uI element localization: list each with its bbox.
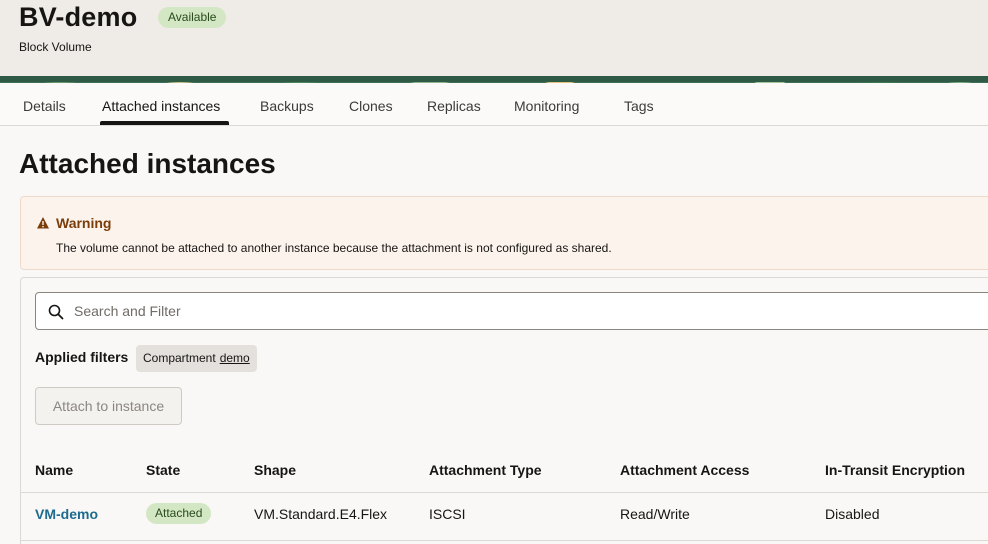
encryption-cell: Disabled <box>825 506 880 522</box>
tab-attached-instances[interactable]: Attached instances <box>102 98 220 114</box>
table-header-divider <box>21 492 988 493</box>
page-title: Attached instances <box>19 148 276 179</box>
attachment-type-cell: ISCSI <box>429 506 466 522</box>
table-row-divider <box>21 540 988 541</box>
column-header-state[interactable]: State <box>146 462 180 478</box>
applied-filters-label: Applied filters <box>35 349 129 365</box>
column-header-shape[interactable]: Shape <box>254 462 296 478</box>
resource-title: BV-demo <box>19 2 138 32</box>
warning-title: Warning <box>56 215 112 231</box>
active-tab-indicator <box>100 121 229 125</box>
tab-monitoring[interactable]: Monitoring <box>514 98 579 114</box>
column-header-attachment-type[interactable]: Attachment Type <box>429 462 542 478</box>
search-input[interactable] <box>74 293 974 329</box>
resource-subtitle: Block Volume <box>19 40 92 54</box>
instance-name-link[interactable]: VM-demo <box>35 506 98 522</box>
tab-tags[interactable]: Tags <box>624 98 654 114</box>
column-header-name[interactable]: Name <box>35 462 73 478</box>
tab-details[interactable]: Details <box>23 98 66 114</box>
resource-header: BV-demo Available Block Volume <box>0 0 988 76</box>
state-badge: Attached <box>146 503 212 524</box>
attachment-access-cell: Read/Write <box>620 506 690 522</box>
warning-message: Warning The volume cannot be attached to… <box>20 196 988 270</box>
filter-chip-value[interactable]: demo <box>220 351 250 365</box>
header-banner-art <box>0 76 988 83</box>
tab-bar: Details Attached instances Backups Clone… <box>0 83 988 126</box>
tab-replicas[interactable]: Replicas <box>427 98 481 114</box>
status-badge: Available <box>158 7 227 28</box>
column-header-attachment-access[interactable]: Attachment Access <box>620 462 749 478</box>
warning-triangle-icon <box>37 217 49 229</box>
attach-to-instance-button[interactable]: Attach to instance <box>35 387 182 425</box>
tab-clones[interactable]: Clones <box>349 98 393 114</box>
warning-text: The volume cannot be attached to another… <box>56 241 612 255</box>
column-header-in-transit-encryption[interactable]: In-Transit Encryption <box>825 462 965 478</box>
shape-cell: VM.Standard.E4.Flex <box>254 506 388 522</box>
tab-backups[interactable]: Backups <box>260 98 314 114</box>
search-icon <box>48 304 64 320</box>
search-filter-box[interactable] <box>35 292 988 330</box>
filter-chip-compartment[interactable]: Compartment demo <box>136 345 257 372</box>
filter-chip-key: Compartment <box>143 351 216 365</box>
